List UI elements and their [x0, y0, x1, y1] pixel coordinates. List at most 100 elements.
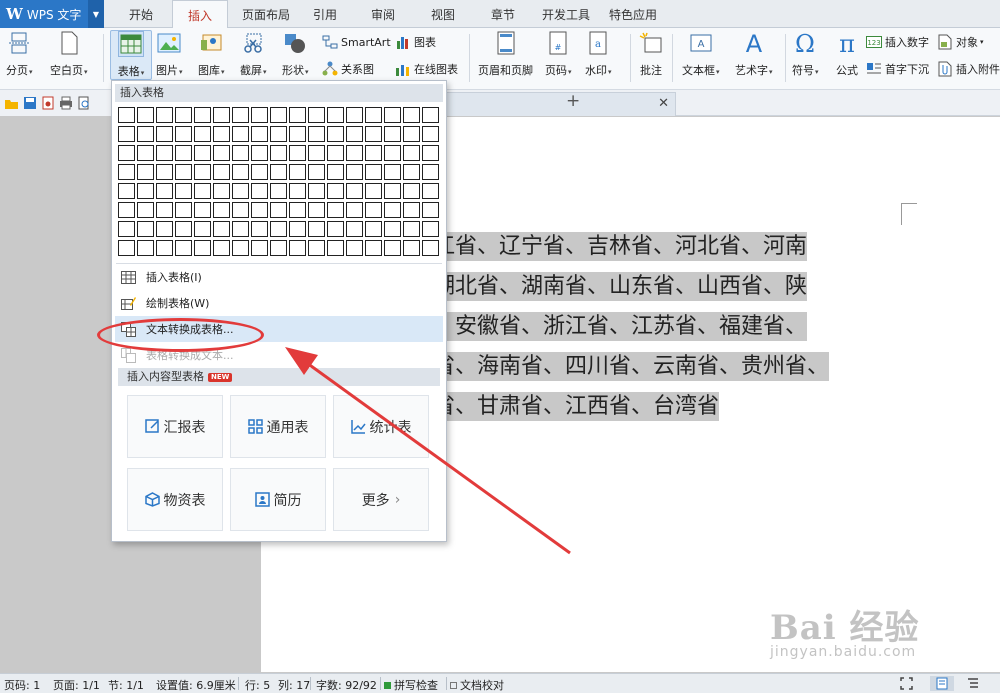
textbox-button[interactable]: A 文本框▾	[682, 30, 720, 78]
tab-home[interactable]: 开始	[115, 0, 167, 28]
grid-cell[interactable]	[270, 164, 287, 180]
status-row[interactable]: 行: 5	[245, 677, 270, 693]
grid-cell[interactable]	[213, 164, 230, 180]
grid-cell[interactable]	[422, 183, 439, 199]
grid-cell[interactable]	[175, 240, 192, 256]
grid-cell[interactable]	[422, 126, 439, 142]
grid-cell[interactable]	[327, 221, 344, 237]
tab-references[interactable]: 引用	[302, 0, 348, 28]
close-icon[interactable]: ✕	[658, 96, 669, 111]
grid-cell[interactable]	[251, 202, 268, 218]
grid-cell[interactable]	[118, 240, 135, 256]
template-materials-table[interactable]: 物资表	[127, 468, 223, 531]
grid-cell[interactable]	[194, 202, 211, 218]
grid-cell[interactable]	[403, 164, 420, 180]
outline-view-icon[interactable]	[965, 676, 981, 691]
tab-developer[interactable]: 开发工具	[535, 0, 597, 28]
grid-cell[interactable]	[156, 202, 173, 218]
grid-cell[interactable]	[422, 145, 439, 161]
grid-cell[interactable]	[289, 240, 306, 256]
grid-cell[interactable]	[118, 164, 135, 180]
status-page-number[interactable]: 页码: 1	[4, 677, 40, 693]
tab-chapter[interactable]: 章节	[480, 0, 526, 28]
grid-cell[interactable]	[403, 221, 420, 237]
page-number-button[interactable]: # 页码▾	[545, 30, 572, 78]
grid-cell[interactable]	[194, 107, 211, 123]
grid-cell[interactable]	[422, 221, 439, 237]
grid-cell[interactable]	[403, 126, 420, 142]
grid-cell[interactable]	[346, 202, 363, 218]
grid-cell[interactable]	[308, 126, 325, 142]
app-menu-button[interactable]: W WPS 文字 ▼	[0, 0, 104, 28]
grid-cell[interactable]	[175, 164, 192, 180]
relation-chart-button[interactable]: 关系图	[322, 61, 374, 77]
grid-cell[interactable]	[289, 164, 306, 180]
grid-cell[interactable]	[232, 202, 249, 218]
grid-cell[interactable]	[156, 107, 173, 123]
print-preview-icon[interactable]	[76, 96, 91, 111]
grid-cell[interactable]	[232, 240, 249, 256]
smartart-button[interactable]: SmartArt	[322, 34, 391, 50]
menu-item-draw-table[interactable]: 绘制表格(W)	[115, 290, 443, 316]
grid-cell[interactable]	[365, 221, 382, 237]
insert-number-button[interactable]: 123 插入数字	[866, 34, 929, 50]
grid-cell[interactable]	[232, 183, 249, 199]
status-pages[interactable]: 页面: 1/1	[53, 677, 100, 693]
grid-cell[interactable]	[422, 202, 439, 218]
grid-cell[interactable]	[403, 145, 420, 161]
template-report-table[interactable]: 汇报表	[127, 395, 223, 458]
formula-button[interactable]: π 公式	[834, 30, 860, 78]
grid-cell[interactable]	[422, 164, 439, 180]
tab-view[interactable]: 视图	[420, 0, 466, 28]
grid-cell[interactable]	[156, 126, 173, 142]
template-general-table[interactable]: 通用表	[230, 395, 326, 458]
grid-cell[interactable]	[118, 183, 135, 199]
table-size-grid[interactable]	[118, 107, 442, 259]
grid-cell[interactable]	[270, 183, 287, 199]
grid-cell[interactable]	[308, 145, 325, 161]
grid-cell[interactable]	[137, 183, 154, 199]
fullscreen-icon[interactable]	[898, 676, 914, 691]
template-more-button[interactable]: 更多 ›	[333, 468, 429, 531]
grid-cell[interactable]	[232, 107, 249, 123]
grid-cell[interactable]	[137, 202, 154, 218]
grid-cell[interactable]	[270, 126, 287, 142]
grid-cell[interactable]	[118, 202, 135, 218]
grid-cell[interactable]	[251, 164, 268, 180]
grid-cell[interactable]	[289, 221, 306, 237]
status-word-count[interactable]: 字数: 92/92	[316, 677, 377, 693]
grid-cell[interactable]	[270, 145, 287, 161]
grid-cell[interactable]	[422, 107, 439, 123]
grid-cell[interactable]	[327, 164, 344, 180]
menu-item-insert-table[interactable]: 插入表格(I)	[115, 264, 443, 290]
export-pdf-icon[interactable]	[40, 96, 55, 111]
shapes-button[interactable]: 形状▾	[282, 30, 309, 78]
tab-page-layout[interactable]: 页面布局	[233, 0, 299, 28]
status-section[interactable]: 节: 1/1	[108, 677, 144, 693]
gallery-button[interactable]: 图库▾	[198, 30, 225, 78]
grid-cell[interactable]	[156, 164, 173, 180]
grid-cell[interactable]	[384, 183, 401, 199]
watermark-button[interactable]: a 水印▾	[585, 30, 612, 78]
selected-text-line[interactable]: 湖北省、湖南省、山东省、山西省、陕	[433, 272, 808, 301]
grid-cell[interactable]	[213, 221, 230, 237]
grid-cell[interactable]	[270, 202, 287, 218]
grid-cell[interactable]	[251, 240, 268, 256]
page-break-button[interactable]: 分页▾	[6, 30, 33, 78]
object-button[interactable]: 对象 ▾	[937, 34, 984, 50]
grid-cell[interactable]	[403, 202, 420, 218]
tab-review[interactable]: 审阅	[360, 0, 406, 28]
attachment-button[interactable]: 插入附件	[937, 61, 1000, 77]
template-statistics-table[interactable]: 统计表	[333, 395, 429, 458]
grid-cell[interactable]	[156, 240, 173, 256]
grid-cell[interactable]	[289, 202, 306, 218]
grid-cell[interactable]	[213, 145, 230, 161]
grid-cell[interactable]	[365, 164, 382, 180]
grid-cell[interactable]	[365, 240, 382, 256]
grid-cell[interactable]	[194, 240, 211, 256]
grid-cell[interactable]	[384, 164, 401, 180]
grid-cell[interactable]	[194, 221, 211, 237]
tab-special[interactable]: 特色应用	[602, 0, 664, 28]
status-setting-value[interactable]: 设置值: 6.9厘米	[156, 677, 236, 693]
grid-cell[interactable]	[308, 202, 325, 218]
